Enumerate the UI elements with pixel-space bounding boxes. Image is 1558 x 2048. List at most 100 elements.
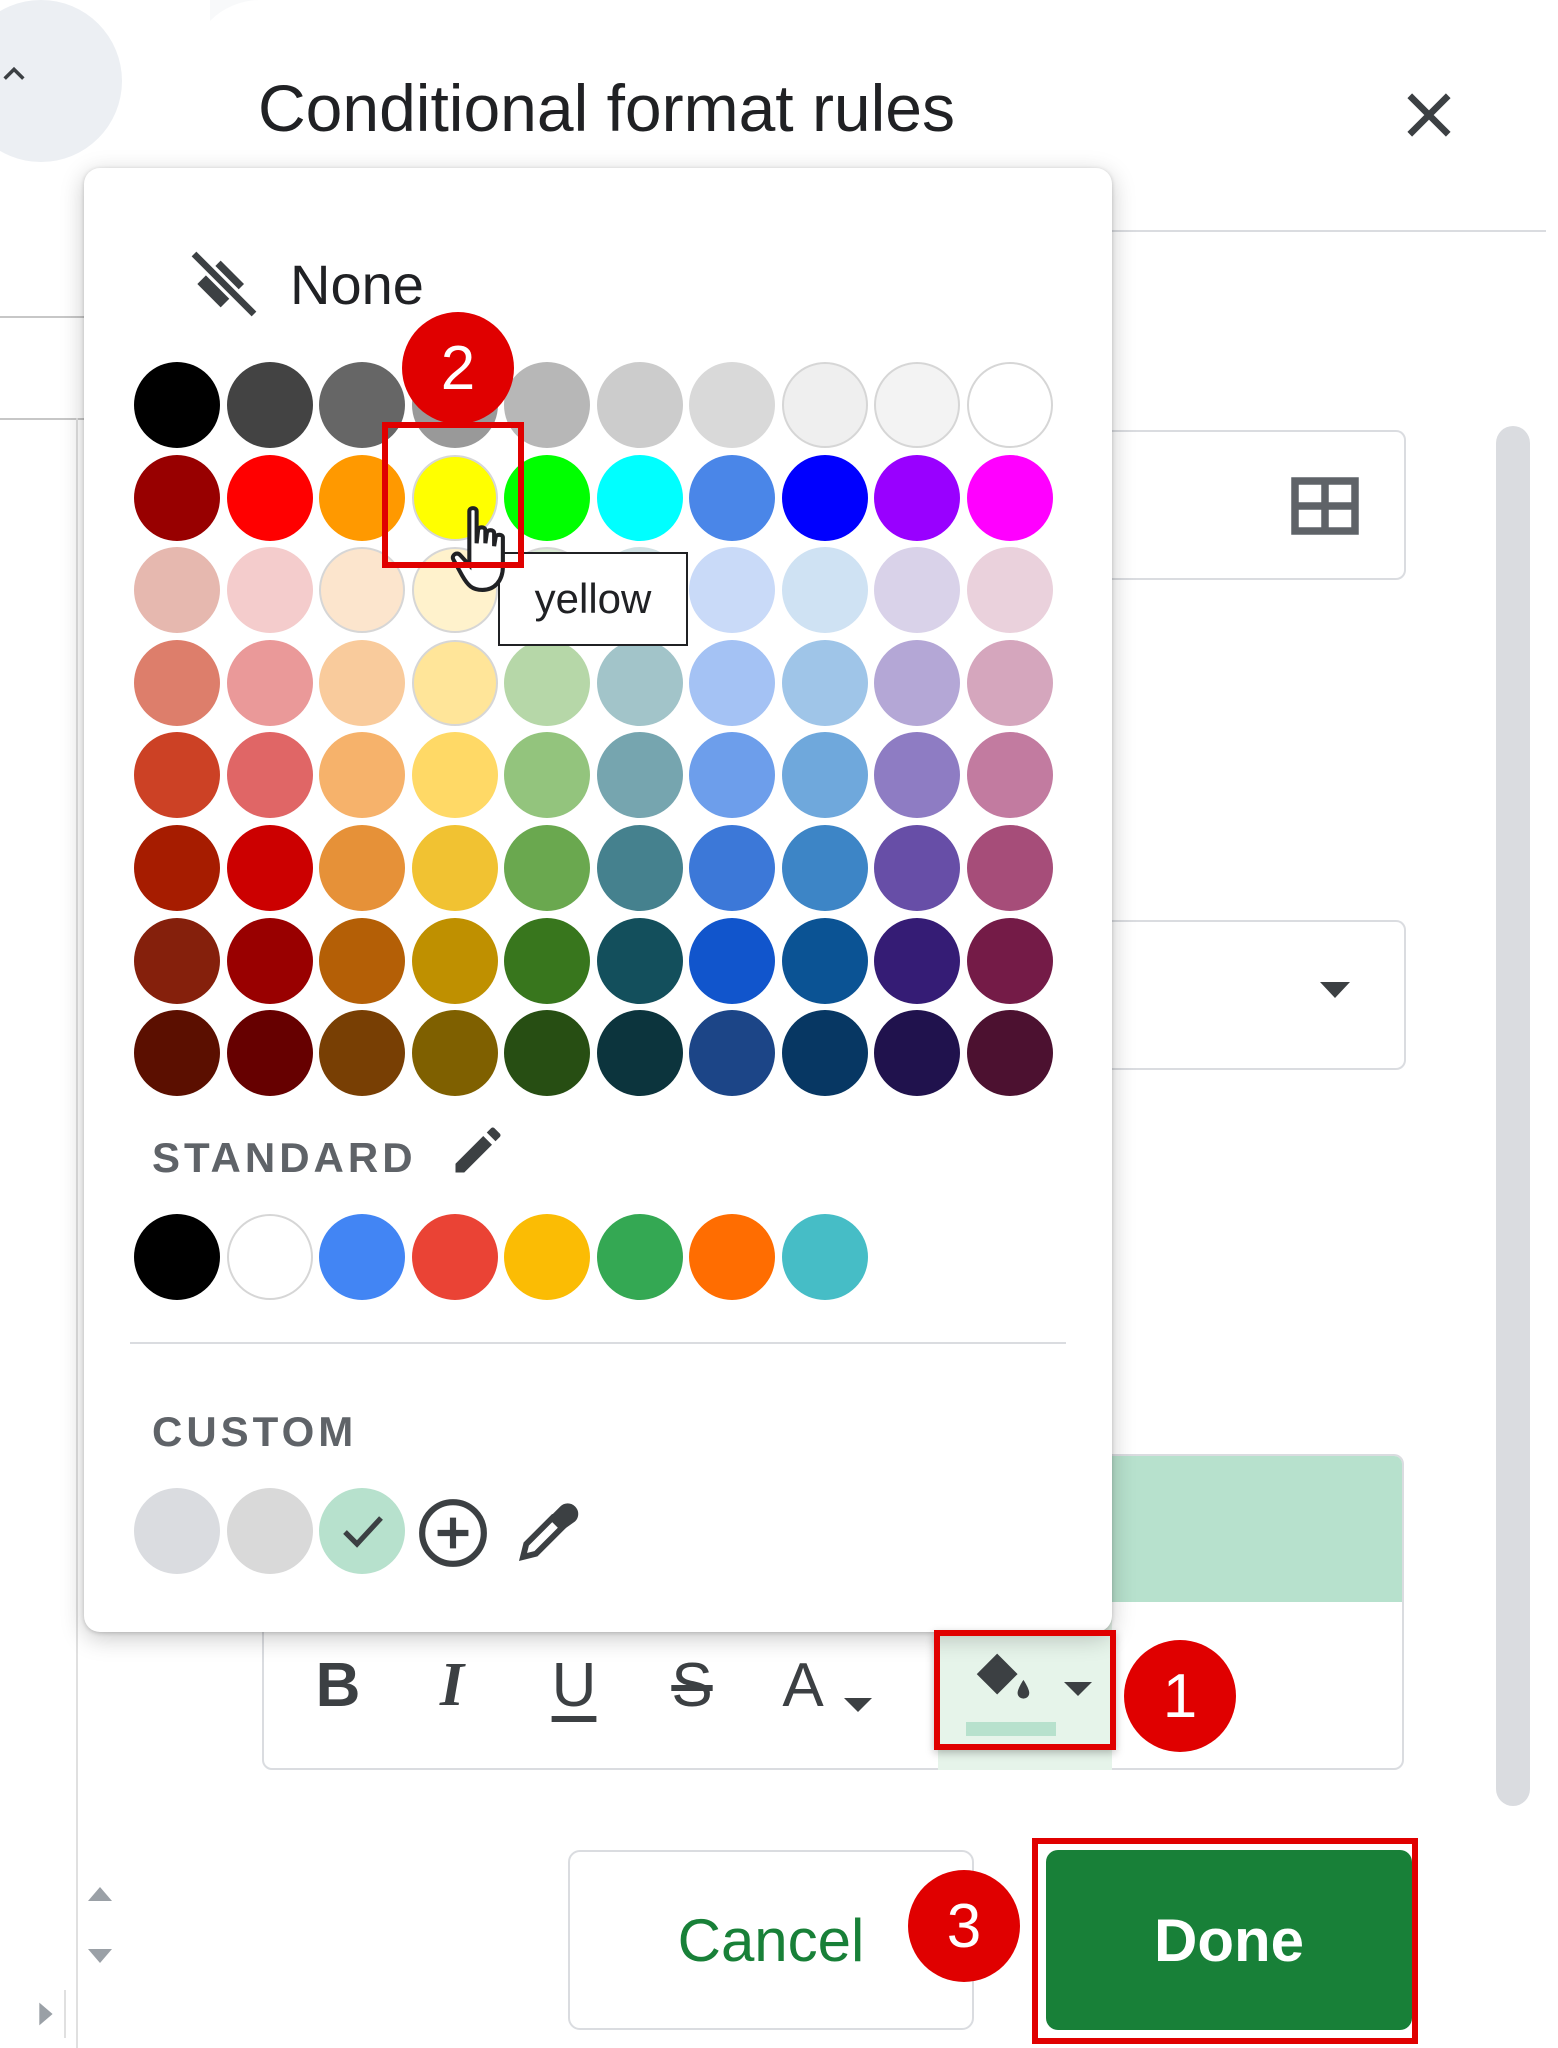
standard-color-swatch[interactable] (134, 1214, 220, 1300)
color-swatch[interactable] (227, 825, 313, 911)
scroll-right-arrow-icon[interactable] (26, 1990, 66, 2038)
color-swatch[interactable] (412, 825, 498, 911)
color-swatch[interactable] (504, 640, 590, 726)
color-swatch[interactable] (874, 455, 960, 541)
panel-scrollbar[interactable] (1496, 426, 1530, 1806)
scroll-up-arrow-icon[interactable] (80, 1868, 120, 1918)
color-swatch[interactable] (319, 918, 405, 1004)
color-swatch[interactable] (319, 1010, 405, 1096)
custom-color-swatch[interactable] (227, 1488, 313, 1574)
custom-color-swatch[interactable] (319, 1488, 405, 1574)
color-swatch[interactable] (782, 918, 868, 1004)
color-swatch[interactable] (874, 732, 960, 818)
color-swatch[interactable] (689, 362, 775, 448)
color-swatch[interactable] (782, 455, 868, 541)
color-swatch[interactable] (967, 547, 1053, 633)
standard-color-swatch[interactable] (227, 1214, 313, 1300)
color-swatch[interactable] (967, 825, 1053, 911)
color-swatch[interactable] (689, 1010, 775, 1096)
color-swatch[interactable] (874, 362, 960, 448)
color-swatch[interactable] (689, 918, 775, 1004)
color-swatch[interactable] (319, 640, 405, 726)
color-swatch[interactable] (227, 1010, 313, 1096)
scroll-down-arrow-icon[interactable] (80, 1932, 120, 1982)
color-swatch[interactable] (227, 732, 313, 818)
color-swatch[interactable] (967, 362, 1053, 448)
color-swatch[interactable] (874, 918, 960, 1004)
standard-color-swatch[interactable] (412, 1214, 498, 1300)
none-color-option[interactable]: None (184, 234, 424, 334)
color-swatch[interactable] (689, 640, 775, 726)
close-icon[interactable] (1396, 82, 1462, 148)
color-swatch[interactable] (504, 825, 590, 911)
color-swatch[interactable] (227, 547, 313, 633)
color-swatch[interactable] (782, 547, 868, 633)
color-swatch[interactable] (689, 547, 775, 633)
add-circle-icon[interactable] (416, 1496, 490, 1570)
standard-color-swatch[interactable] (504, 1214, 590, 1300)
color-swatch[interactable] (689, 732, 775, 818)
color-swatch[interactable] (967, 918, 1053, 1004)
color-swatch[interactable] (874, 1010, 960, 1096)
color-swatch[interactable] (782, 825, 868, 911)
color-swatch[interactable] (134, 547, 220, 633)
pencil-icon[interactable] (448, 1120, 508, 1180)
color-swatch[interactable] (597, 362, 683, 448)
color-swatch[interactable] (874, 547, 960, 633)
standard-color-swatch[interactable] (782, 1214, 868, 1300)
standard-color-swatch[interactable] (597, 1214, 683, 1300)
color-swatch[interactable] (319, 825, 405, 911)
color-swatch[interactable] (227, 362, 313, 448)
panel-title: Conditional format rules (258, 71, 955, 145)
color-swatch[interactable] (782, 732, 868, 818)
color-swatch[interactable] (782, 362, 868, 448)
color-swatch[interactable] (412, 1010, 498, 1096)
none-label: None (290, 252, 424, 316)
color-swatch[interactable] (134, 455, 220, 541)
color-swatch[interactable] (319, 732, 405, 818)
color-swatch[interactable] (597, 732, 683, 818)
color-swatch[interactable] (597, 640, 683, 726)
color-swatch[interactable] (134, 640, 220, 726)
color-swatch[interactable] (689, 455, 775, 541)
highlight-done-button (1032, 1838, 1418, 2044)
color-swatch[interactable] (597, 455, 683, 541)
custom-color-swatch[interactable] (134, 1488, 220, 1574)
grid-line (76, 418, 78, 2048)
color-swatch[interactable] (134, 825, 220, 911)
color-swatch[interactable] (412, 640, 498, 726)
color-swatch[interactable] (412, 732, 498, 818)
color-swatch[interactable] (504, 732, 590, 818)
color-swatch[interactable] (597, 825, 683, 911)
color-swatch[interactable] (967, 455, 1053, 541)
color-swatch[interactable] (597, 918, 683, 1004)
color-swatch[interactable] (782, 640, 868, 726)
color-swatch[interactable] (134, 1010, 220, 1096)
color-swatch[interactable] (782, 1010, 868, 1096)
color-swatch[interactable] (874, 825, 960, 911)
color-swatch[interactable] (412, 918, 498, 1004)
color-swatch[interactable] (227, 640, 313, 726)
color-swatch[interactable] (134, 362, 220, 448)
eyedropper-icon[interactable] (510, 1492, 588, 1570)
standard-color-swatch[interactable] (689, 1214, 775, 1300)
condition-dropdown[interactable] (1100, 920, 1406, 1070)
highlight-yellow-swatch (382, 422, 524, 568)
select-range-grid-icon[interactable] (1290, 476, 1360, 536)
standard-section-label: STANDARD (152, 1134, 417, 1181)
color-swatch[interactable] (134, 732, 220, 818)
color-swatch[interactable] (227, 455, 313, 541)
color-swatch[interactable] (504, 918, 590, 1004)
standard-color-swatch[interactable] (319, 1214, 405, 1300)
color-swatch[interactable] (967, 732, 1053, 818)
range-input[interactable] (1100, 430, 1406, 580)
color-swatch[interactable] (874, 640, 960, 726)
step-badge-2: 2 (402, 312, 514, 424)
color-swatch[interactable] (689, 825, 775, 911)
color-swatch[interactable] (597, 1010, 683, 1096)
color-swatch[interactable] (967, 1010, 1053, 1096)
color-swatch[interactable] (227, 918, 313, 1004)
color-swatch[interactable] (967, 640, 1053, 726)
color-swatch[interactable] (504, 1010, 590, 1096)
color-swatch[interactable] (134, 918, 220, 1004)
